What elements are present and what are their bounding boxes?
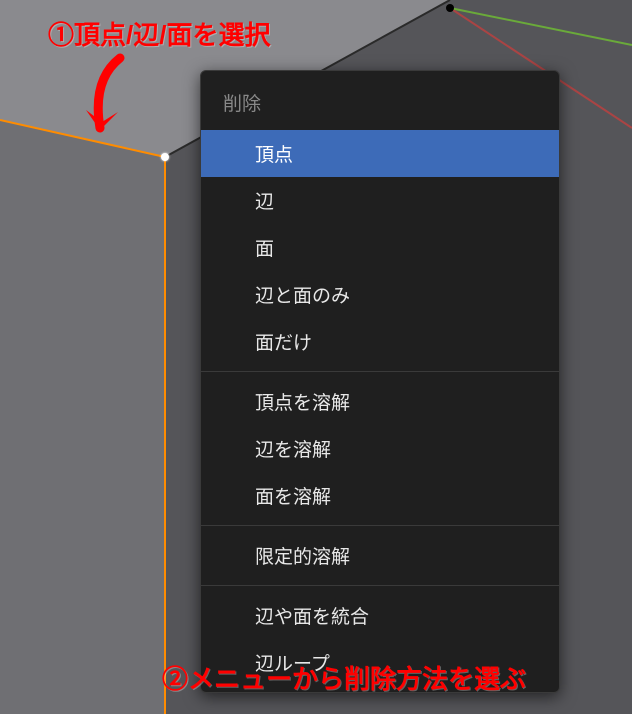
cube-left-face[interactable]	[0, 120, 165, 714]
annotation-step1: ①頂点/辺/面を選択	[48, 15, 270, 52]
menu-item-limited-dissolve[interactable]: 限定的溶解	[201, 532, 559, 579]
menu-item-dissolve-faces[interactable]: 面を溶解	[201, 472, 559, 519]
menu-item-dissolve-vertices[interactable]: 頂点を溶解	[201, 378, 559, 425]
menu-group-2: 限定的溶解	[201, 532, 559, 579]
menu-title: 削除	[201, 77, 559, 130]
delete-context-menu: 削除 頂点 辺 面 辺と面のみ 面だけ 頂点を溶解 辺を溶解 面を溶解 限定的溶…	[200, 70, 560, 693]
vertex[interactable]	[446, 4, 454, 12]
menu-item-faces[interactable]: 面	[201, 224, 559, 271]
menu-group-0: 頂点 辺 面 辺と面のみ 面だけ	[201, 130, 559, 365]
menu-item-only-edges-faces[interactable]: 辺と面のみ	[201, 271, 559, 318]
annotation-arrow	[70, 50, 190, 175]
menu-group-1: 頂点を溶解 辺を溶解 面を溶解	[201, 378, 559, 519]
menu-item-merge-edges-faces[interactable]: 辺や面を統合	[201, 592, 559, 639]
menu-separator	[201, 371, 559, 372]
menu-item-edges[interactable]: 辺	[201, 177, 559, 224]
menu-separator	[201, 525, 559, 526]
menu-item-vertices[interactable]: 頂点	[201, 130, 559, 177]
annotation-step2: ②メニューから削除方法を選ぶ	[162, 659, 526, 696]
menu-item-only-faces[interactable]: 面だけ	[201, 318, 559, 365]
menu-item-dissolve-edges[interactable]: 辺を溶解	[201, 425, 559, 472]
menu-separator	[201, 585, 559, 586]
